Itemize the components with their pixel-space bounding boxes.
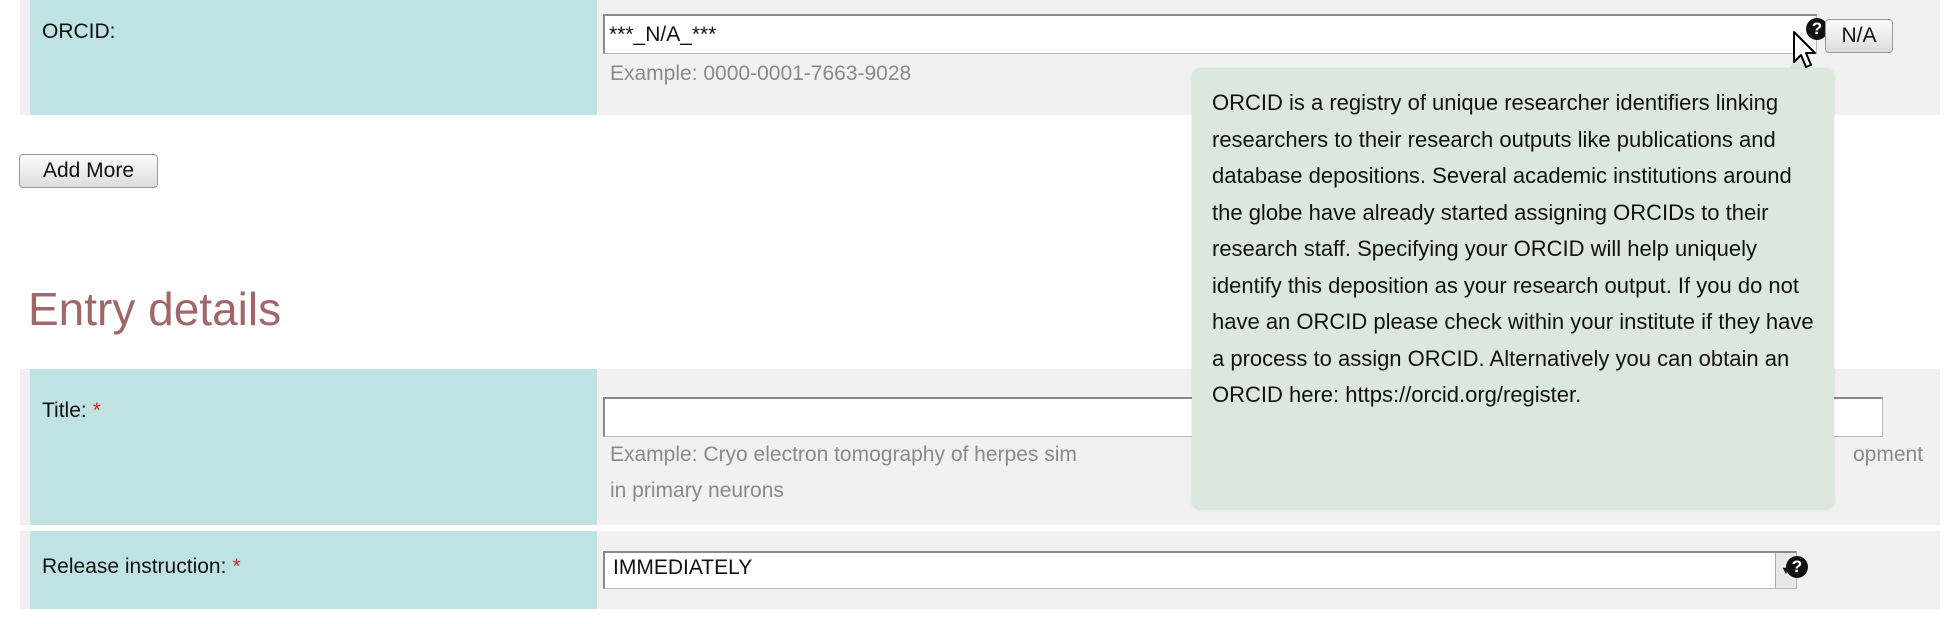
mouse-pointer-icon bbox=[1793, 31, 1816, 68]
title-required-mark: * bbox=[92, 399, 101, 422]
add-more-button[interactable]: Add More bbox=[19, 154, 158, 188]
orcid-input[interactable] bbox=[603, 14, 1817, 54]
orcid-na-button[interactable]: N/A bbox=[1825, 19, 1893, 53]
release-instruction-label-text: Release instruction: bbox=[42, 555, 227, 578]
tooltip-text: ORCID is a registry of unique researcher… bbox=[1212, 90, 1814, 407]
release-instruction-label: Release instruction: * bbox=[30, 531, 597, 609]
orcid-example: Example: 0000-0001-7663-9028 bbox=[610, 62, 912, 85]
title-label-text: Title: bbox=[42, 399, 87, 422]
title-label: Title: * bbox=[30, 369, 597, 525]
title-example-line2: in primary neurons bbox=[610, 479, 784, 502]
orcid-label: ORCID: bbox=[30, 0, 597, 115]
release-instruction-selected: IMMEDIATELY bbox=[613, 556, 753, 579]
release-help-icon[interactable]: ? bbox=[1786, 556, 1808, 578]
release-instruction-select[interactable]: IMMEDIATELY ▼ bbox=[603, 551, 1797, 589]
release-required-mark: * bbox=[232, 555, 241, 578]
title-example-tail: opment bbox=[1853, 443, 1924, 466]
title-example-line1: Example: Cryo electron tomography of her… bbox=[610, 443, 1077, 466]
entry-details-heading: Entry details bbox=[28, 283, 282, 335]
orcid-help-tooltip: ORCID is a registry of unique researcher… bbox=[1192, 68, 1834, 508]
orcid-label-text: ORCID: bbox=[42, 20, 116, 43]
release-instruction-row: Release instruction:* IMMEDIATELY ▼ ? bbox=[20, 531, 1940, 609]
